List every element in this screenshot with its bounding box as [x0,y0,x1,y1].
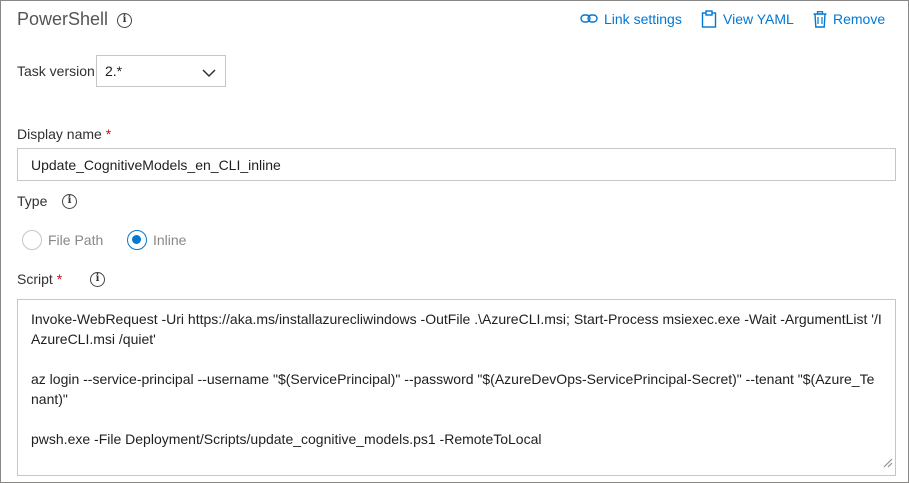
radio-file-path-label: File Path [48,232,104,248]
task-version-label: Task version [17,63,95,79]
task-version-value: 2.* [105,63,123,79]
radio-circle [22,230,42,250]
view-yaml-button[interactable]: View YAML [701,9,794,29]
script-info-icon[interactable]: i [90,272,105,287]
radio-circle-selected [127,230,147,250]
clipboard-icon [701,10,717,28]
script-label: Script * [17,271,62,287]
task-panel: PowerShell i Link settings View YAML Rem… [0,0,909,483]
display-name-input[interactable]: Update_CognitiveModels_en_CLI_inline [17,148,896,181]
display-name-label: Display name * [17,126,111,142]
script-line: pwsh.exe -File Deployment/Scripts/update… [31,431,542,447]
chevron-down-icon [202,65,216,81]
type-info-icon[interactable]: i [62,194,77,209]
resize-grip-icon[interactable] [883,453,893,473]
remove-label: Remove [833,11,886,27]
radio-file-path[interactable]: File Path [22,229,103,251]
info-icon[interactable]: i [117,13,132,28]
link-settings-label: Link settings [604,11,682,27]
display-name-label-text: Display name [17,126,102,142]
required-marker: * [105,126,112,142]
required-marker: * [56,271,63,287]
link-settings-button[interactable]: Link settings [580,9,682,29]
script-label-text: Script [17,271,53,287]
radio-inline-label: Inline [153,232,187,248]
radio-inline[interactable]: Inline [127,229,186,251]
trash-icon [813,10,827,28]
script-line: Invoke-WebRequest -Uri https://aka.ms/in… [31,311,885,347]
remove-button[interactable]: Remove [813,9,885,29]
view-yaml-label: View YAML [723,11,794,27]
type-label: Type [17,193,48,209]
link-icon [580,12,598,26]
script-line: az login --service-principal --username … [31,371,875,407]
task-version-dropdown[interactable]: 2.* [96,55,226,87]
task-title: PowerShell [17,9,109,29]
script-textarea[interactable]: Invoke-WebRequest -Uri https://aka.ms/in… [17,299,896,476]
